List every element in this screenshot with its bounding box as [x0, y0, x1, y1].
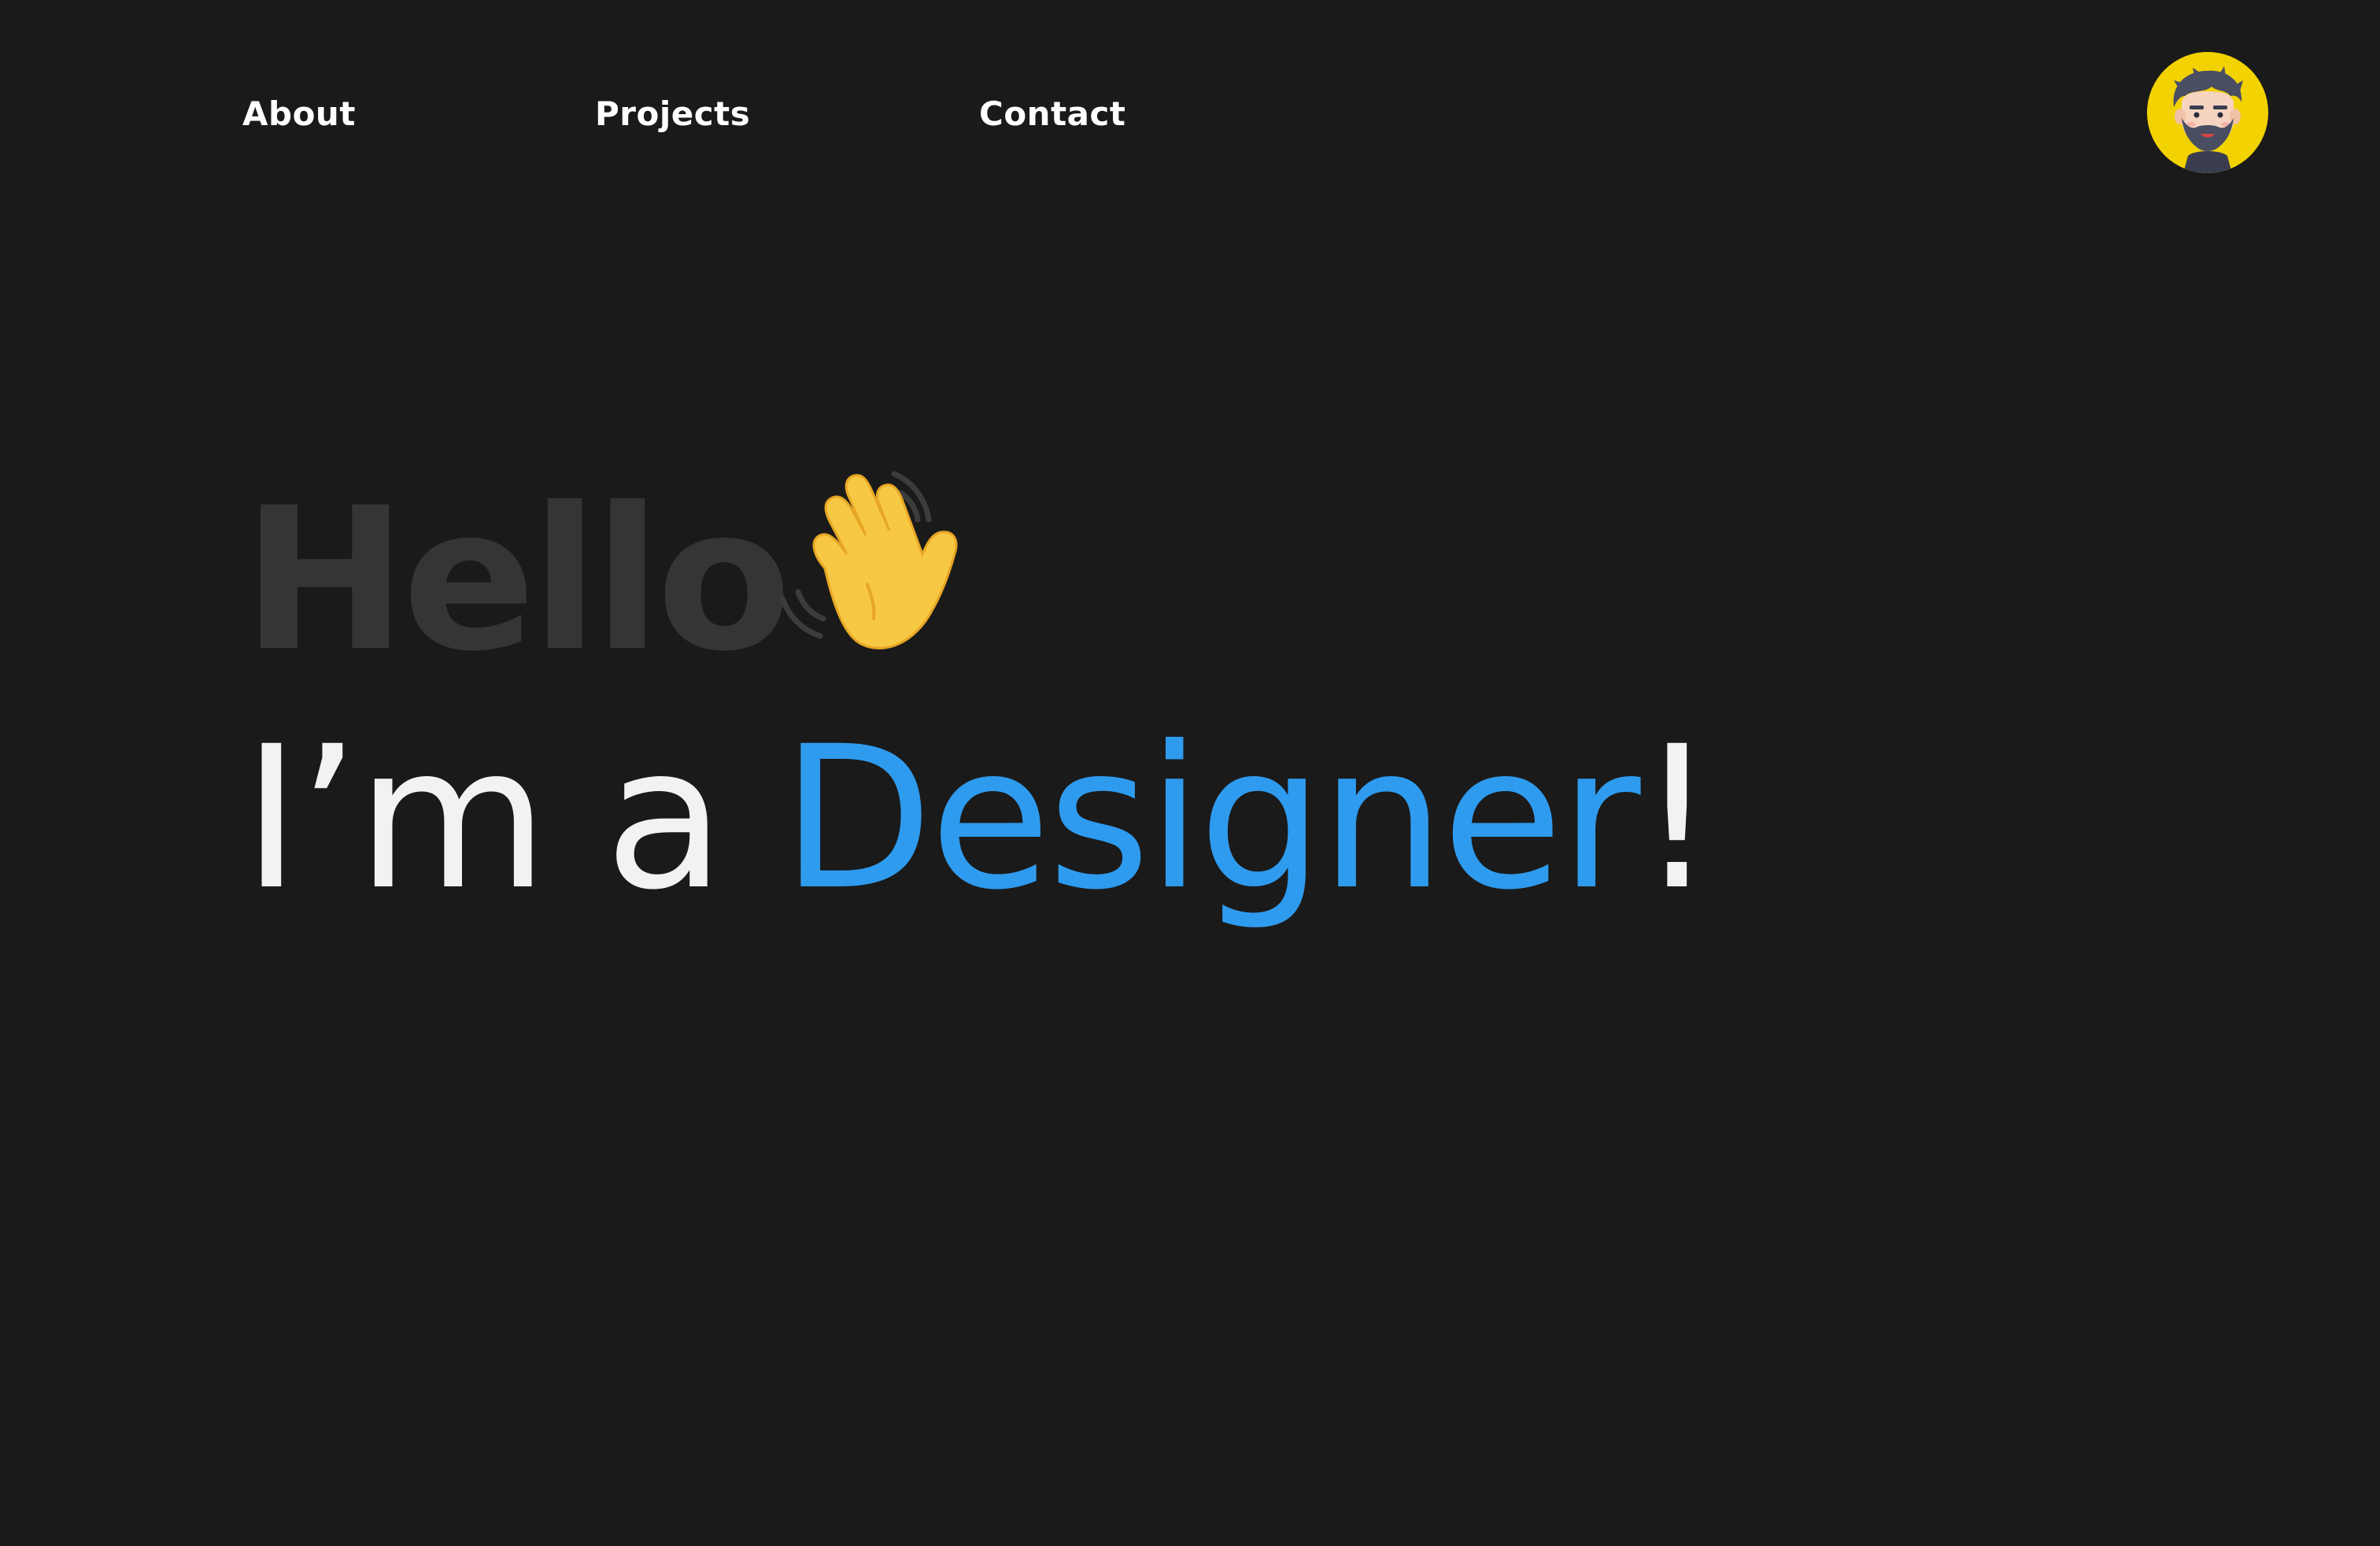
hero-title-highlight: Designer — [781, 704, 1641, 933]
hero-title: I’m a Designer! — [242, 701, 1717, 937]
avatar[interactable] — [2147, 52, 2268, 173]
nav-link-contact[interactable]: Contact — [979, 87, 1125, 142]
hero-title-suffix: ! — [1637, 704, 1717, 933]
nav-link-about[interactable]: About — [242, 87, 356, 142]
hero-greeting: Hello — [242, 465, 792, 694]
nav-link-projects[interactable]: Projects — [595, 87, 750, 142]
page: About Projects Contact Hello I’m a Desig… — [0, 0, 2380, 1546]
hero-title-prefix: I’m a — [242, 704, 782, 933]
waving-hand-icon — [779, 471, 958, 650]
bearded-man-avatar-icon — [2147, 52, 2268, 173]
